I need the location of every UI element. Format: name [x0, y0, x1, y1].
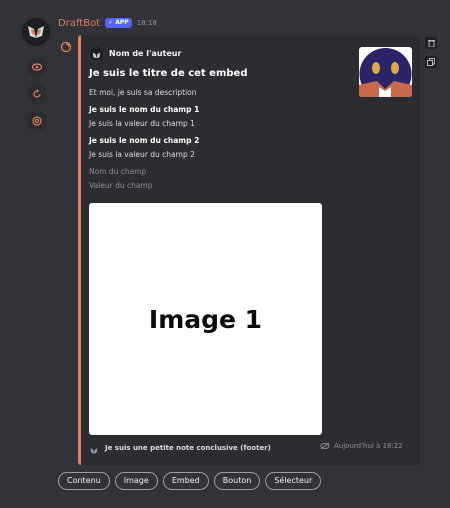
embed-image[interactable]: Image 1 — [89, 203, 322, 435]
embed-thumbnail[interactable] — [359, 47, 412, 97]
field-name-3: Nom du champ — [89, 167, 147, 176]
embed-author-avatar — [90, 47, 103, 60]
embed-button[interactable]: Embed — [162, 472, 209, 490]
trash-icon[interactable] — [425, 37, 437, 49]
field-value-1: Je suis la valeur du champ 1 — [89, 119, 195, 128]
embed-description: Et moi, je suis sa description — [89, 88, 197, 97]
message-author[interactable]: DraftBot — [58, 18, 100, 29]
selecteur-button[interactable]: Sélecteur — [265, 472, 322, 490]
footer-avatar — [88, 442, 100, 454]
bot-avatar[interactable] — [22, 18, 50, 46]
image-button[interactable]: Image — [114, 472, 158, 490]
embed: Nom de l'auteur Je suis le titre de cet … — [78, 35, 420, 465]
footer-time-text: Aujourd'hui à 18:22 — [334, 442, 403, 450]
eye-off-icon — [320, 442, 330, 450]
copy-icon[interactable] — [425, 56, 437, 68]
embed-image-label: Image 1 — [148, 304, 263, 334]
action-buttons: Contenu Image Embed Bouton Sélecteur — [58, 472, 322, 490]
embed-footer: Je suis une petite note conclusive (foot… — [88, 442, 271, 454]
field-value-2: Je suis la valeur du champ 2 — [89, 150, 195, 159]
bouton-button[interactable]: Bouton — [213, 472, 261, 490]
field-name-1: Je suis le nom du champ 1 — [89, 105, 200, 114]
field-name-2: Je suis le nom du champ 2 — [89, 136, 200, 145]
at-sign-icon[interactable] — [27, 111, 47, 131]
refresh-icon[interactable] — [27, 84, 47, 104]
embed-author: Nom de l'auteur — [90, 47, 181, 60]
app-badge: ✓ APP — [105, 18, 132, 28]
footer-timestamp: Aujourd'hui à 18:22 — [320, 442, 403, 450]
swirl-icon — [60, 38, 72, 53]
app-badge-label: APP — [115, 19, 129, 26]
left-rail — [0, 0, 74, 508]
contenu-button[interactable]: Contenu — [58, 472, 110, 490]
field-value-3: Valeur du champ — [89, 181, 153, 190]
embed-title[interactable]: Je suis le titre de cet embed — [89, 68, 248, 79]
eye-icon[interactable] — [27, 57, 47, 77]
embed-color-bar — [78, 35, 81, 465]
footer-text: Je suis une petite note conclusive (foot… — [105, 444, 271, 452]
message-header: DraftBot ✓ APP 18:18 — [58, 16, 157, 30]
embed-author-name[interactable]: Nom de l'auteur — [109, 49, 181, 58]
message-timestamp: 18:18 — [136, 19, 157, 27]
